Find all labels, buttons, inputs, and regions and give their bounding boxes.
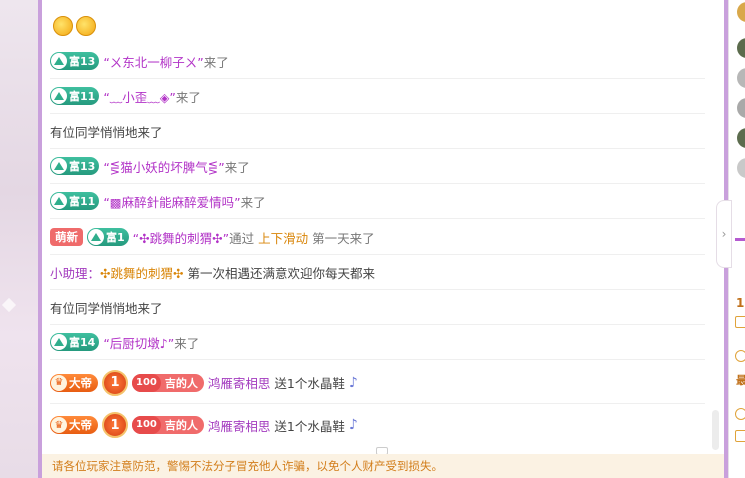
chat-row-anonymous: 有位同学悄悄地来了 <box>50 114 705 149</box>
crown-icon: ♛ <box>51 374 67 391</box>
gift-icon <box>735 316 745 328</box>
emoji-row <box>53 16 96 36</box>
avatar[interactable] <box>737 68 745 88</box>
chat-row-anonymous: 有位同学悄悄地来了 <box>50 290 705 325</box>
fan-badge: 100 吉的人 <box>132 416 204 434</box>
crown-icon: ♛ <box>51 417 67 433</box>
level-badge: 1 <box>102 412 128 438</box>
crystal-shoe-icon: ♪ <box>348 374 358 391</box>
user-name[interactable]: ✣跳舞的刺猬✣ <box>100 263 183 282</box>
sparkle-icon <box>1 297 17 313</box>
fan-badge: 100 吉的人 <box>132 373 204 392</box>
rich-level-label: 富14 <box>69 336 96 349</box>
triangle-icon <box>51 334 67 350</box>
chat-scrollbar[interactable] <box>712 410 719 450</box>
gift-icon <box>735 408 745 420</box>
chat-row-gift: ♛ 大帝 1 100 吉的人 鸿雁寄相思 送1个水晶鞋 ♪ <box>50 362 705 404</box>
triangle-icon <box>51 88 67 104</box>
chat-row-enter: 富14 “后厨切墩♪” 来了 <box>50 325 705 360</box>
chat-row-newbie: 萌新 富1 “✣跳舞的刺猬✣” 通过 上下滑动 第一天来了 <box>50 220 705 255</box>
triangle-icon <box>51 193 67 209</box>
collapse-panel-button[interactable]: › <box>716 200 732 268</box>
emperor-badge: ♛ 大帝 <box>50 416 98 434</box>
user-name[interactable]: “ㄨ东北一柳子ㄨ” <box>103 52 203 71</box>
fraud-warning-tip: 请各位玩家注意防范，警惕不法分子冒充他人诈骗，以免个人财产受到损失。 <box>42 454 724 478</box>
assistant-label: 小助理： <box>50 265 101 281</box>
panel-label: 最 <box>736 374 745 387</box>
channel-text: 上下滑动 <box>258 230 309 246</box>
rich-level-badge: 富11 <box>50 87 100 105</box>
enter-text: 来了 <box>174 335 200 351</box>
chat-row-enter: 富13 “ㄨ东北一柳子ㄨ” 来了 <box>50 44 705 79</box>
chat-row-enter: 富11 “▩麻醉針能麻醉爱情吗” 来了 <box>50 184 705 219</box>
chat-row-gift: ♛ 大帝 1 100 吉的人 鸿雁寄相思 送1个水晶鞋 ♪ <box>50 404 705 446</box>
triangle-icon <box>51 53 67 69</box>
avatar[interactable] <box>737 2 745 22</box>
user-name[interactable]: “⋚猫小妖的坏脾气⋚” <box>103 157 224 176</box>
enter-text: 来了 <box>240 194 266 210</box>
fan-level: 100 <box>132 416 161 434</box>
avatar[interactable] <box>737 38 745 58</box>
enter-text: 来了 <box>203 54 229 70</box>
fan-name: 吉的人 <box>164 376 198 390</box>
newbie-badge: 萌新 <box>50 228 83 246</box>
rich-level-label: 富11 <box>69 195 96 208</box>
panel-divider <box>735 238 745 241</box>
triangle-icon <box>51 158 67 174</box>
anonymous-enter-text: 有位同学悄悄地来了 <box>50 124 163 140</box>
emperor-label: 大帝 <box>69 418 92 432</box>
rich-level-badge: 富1 <box>87 228 129 246</box>
enter-text: 来了 <box>224 159 250 175</box>
assistant-message: 第一次相遇还满意欢迎你每天都来 <box>187 265 375 281</box>
avatar[interactable] <box>737 128 745 148</box>
level-badge: 1 <box>102 369 128 396</box>
first-day-text: 第一天来了 <box>312 230 375 246</box>
emperor-badge: ♛ 大帝 <box>50 373 98 392</box>
emoji-icon <box>53 16 73 36</box>
user-name[interactable]: 鸿雁寄相思 <box>208 373 271 392</box>
rich-level-badge: 富11 <box>50 192 100 210</box>
rich-level-badge: 富13 <box>50 157 100 175</box>
user-name[interactable]: “✣跳舞的刺猬✣” <box>133 228 229 247</box>
gift-icon <box>735 430 745 442</box>
user-name[interactable]: “﹏小歪﹏◈” <box>103 87 176 106</box>
anonymous-enter-text: 有位同学悄悄地来了 <box>50 300 163 316</box>
emperor-label: 大帝 <box>69 375 92 390</box>
rich-level-badge: 富13 <box>50 52 100 70</box>
gift-icon <box>735 350 745 362</box>
gift-text: 送1个水晶鞋 <box>274 376 345 391</box>
rank-number: 1 <box>736 296 745 310</box>
fan-name: 吉的人 <box>164 419 198 432</box>
emoji-icon <box>76 16 96 36</box>
fan-level: 100 <box>132 373 161 392</box>
triangle-icon <box>88 229 104 245</box>
user-name[interactable]: 鸿雁寄相思 <box>208 416 271 435</box>
avatar[interactable] <box>737 98 745 118</box>
rich-level-label: 富13 <box>69 55 96 68</box>
gift-text: 送1个水晶鞋 <box>274 418 345 434</box>
chat-row-assistant: 小助理： ✣跳舞的刺猬✣ 第一次相遇还满意欢迎你每天都来 <box>50 255 705 290</box>
chevron-right-icon: › <box>721 227 727 241</box>
avatar[interactable] <box>737 158 745 178</box>
rich-level-label: 富11 <box>69 90 96 103</box>
rich-level-label: 富13 <box>69 160 96 173</box>
chat-row-enter: 富13 “⋚猫小妖的坏脾气⋚” 来了 <box>50 149 705 184</box>
rich-level-label: 富1 <box>106 231 125 244</box>
enter-text: 来了 <box>175 89 201 105</box>
chat-list[interactable]: 富13 “ㄨ东北一柳子ㄨ” 来了 富11 “﹏小歪﹏◈” 来了 有位同学悄悄地来了 … <box>50 0 705 450</box>
crystal-shoe-icon: ♪ <box>348 417 358 433</box>
rich-level-badge: 富14 <box>50 333 100 351</box>
via-text: 通过 <box>229 230 255 246</box>
user-name[interactable]: “▩麻醉針能麻醉爱情吗” <box>103 192 240 211</box>
background-left <box>0 0 38 478</box>
chat-row-enter: 富11 “﹏小歪﹏◈” 来了 <box>50 79 705 114</box>
user-name[interactable]: “后厨切墩♪” <box>103 333 174 352</box>
